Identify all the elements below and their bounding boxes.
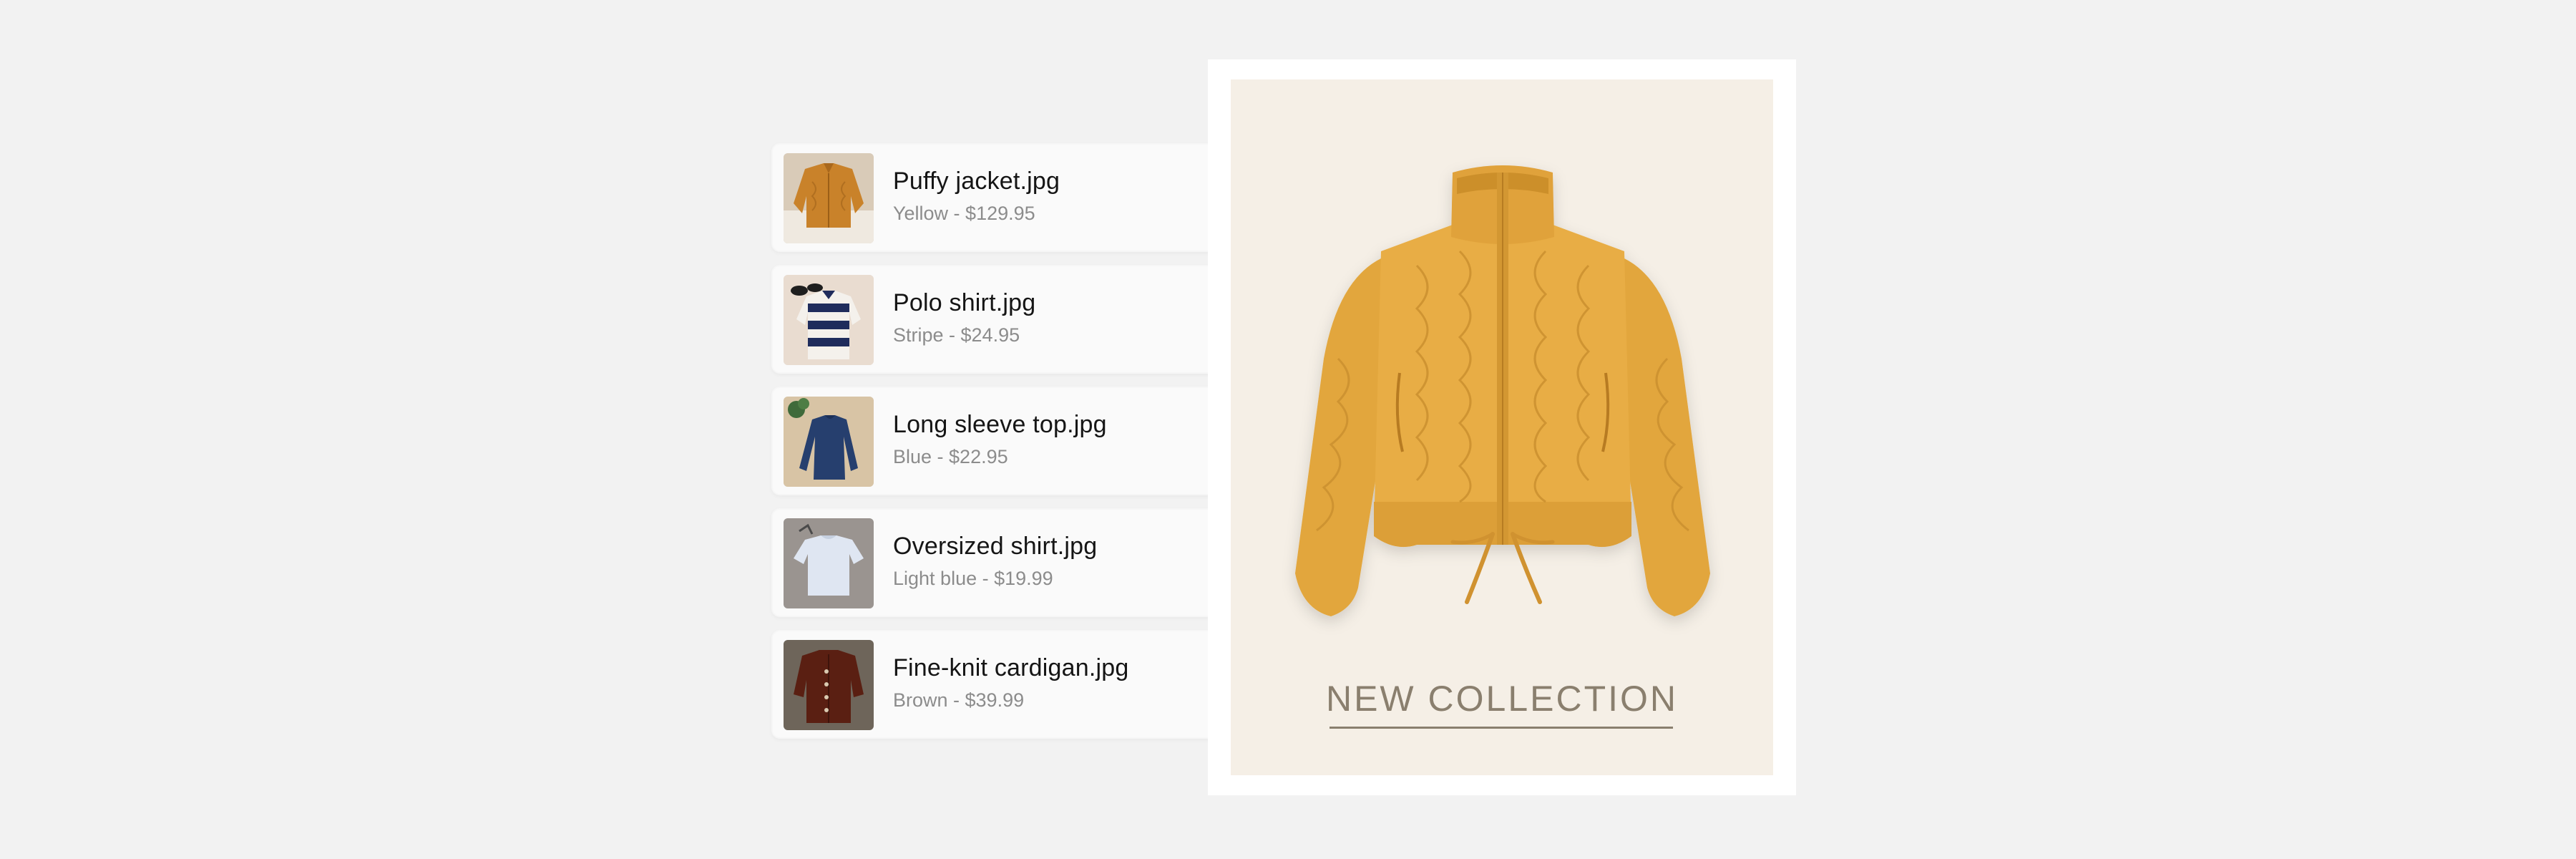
file-name: Long sleeve top.jpg [893, 411, 1107, 438]
file-text: Long sleeve top.jpg Blue - $22.95 [893, 409, 1107, 468]
preview-frame: NEW COLLECTION [1208, 59, 1796, 795]
light-blue-shirt-thumbnail [784, 518, 874, 608]
file-card[interactable]: Puffy jacket.jpg Yellow - $129.95 [771, 143, 1261, 252]
blue-top-thumbnail [784, 397, 874, 487]
file-meta: Stripe - $24.95 [893, 324, 1020, 346]
file-name: Oversized shirt.jpg [893, 533, 1098, 560]
file-text: Fine-knit cardigan.jpg Brown - $39.99 [893, 653, 1128, 712]
file-card[interactable]: Oversized shirt.jpg Light blue - $19.99 [771, 508, 1261, 617]
title-underline [1330, 727, 1673, 729]
collection-title: NEW COLLECTION [1325, 679, 1679, 719]
file-text: Puffy jacket.jpg Yellow - $129.95 [893, 166, 1060, 225]
yellow-jacket-thumbnail [784, 153, 874, 243]
stage: Puffy jacket.jpg Yellow - $129.95 Polo s… [0, 0, 2576, 859]
file-card[interactable]: Polo shirt.jpg Stripe - $24.95 [771, 265, 1261, 374]
file-meta: Light blue - $19.99 [893, 568, 1053, 589]
preview-canvas: NEW COLLECTION [1231, 79, 1773, 775]
file-text: Oversized shirt.jpg Light blue - $19.99 [893, 531, 1097, 590]
file-list: Puffy jacket.jpg Yellow - $129.95 Polo s… [771, 143, 1261, 752]
file-name: Fine-knit cardigan.jpg [893, 654, 1129, 681]
striped-shirt-thumbnail [784, 275, 874, 365]
file-meta: Blue - $22.95 [893, 446, 1008, 467]
file-meta: Brown - $39.99 [893, 689, 1025, 711]
file-name: Polo shirt.jpg [893, 289, 1036, 316]
file-meta: Yellow - $129.95 [893, 203, 1035, 224]
file-text: Polo shirt.jpg Stripe - $24.95 [893, 288, 1035, 346]
file-card[interactable]: Long sleeve top.jpg Blue - $22.95 [771, 387, 1261, 495]
file-card[interactable]: Fine-knit cardigan.jpg Brown - $39.99 [771, 630, 1261, 739]
file-name: Puffy jacket.jpg [893, 168, 1060, 195]
yellow-puffy-jacket-image [1295, 165, 1710, 616]
brown-cardigan-thumbnail [784, 640, 874, 730]
